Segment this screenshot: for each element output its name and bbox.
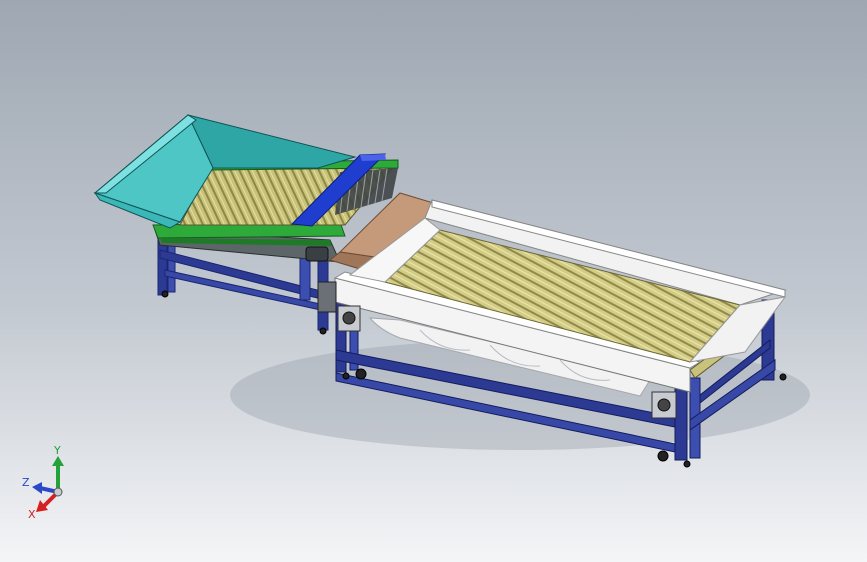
feed-motor	[305, 246, 329, 262]
3d-viewport[interactable]: Y Z X	[0, 0, 867, 562]
x-axis-label: X	[28, 508, 36, 521]
hopper-back-wall	[187, 114, 357, 169]
y-axis-arrow	[52, 456, 64, 492]
z-axis-label: Z	[22, 476, 30, 489]
control-box-right	[651, 391, 677, 419]
conveyor-model[interactable]	[0, 0, 867, 562]
y-axis-label: Y	[53, 444, 61, 457]
control-box-left	[337, 305, 361, 332]
axis-triad: Y Z X	[22, 444, 64, 521]
